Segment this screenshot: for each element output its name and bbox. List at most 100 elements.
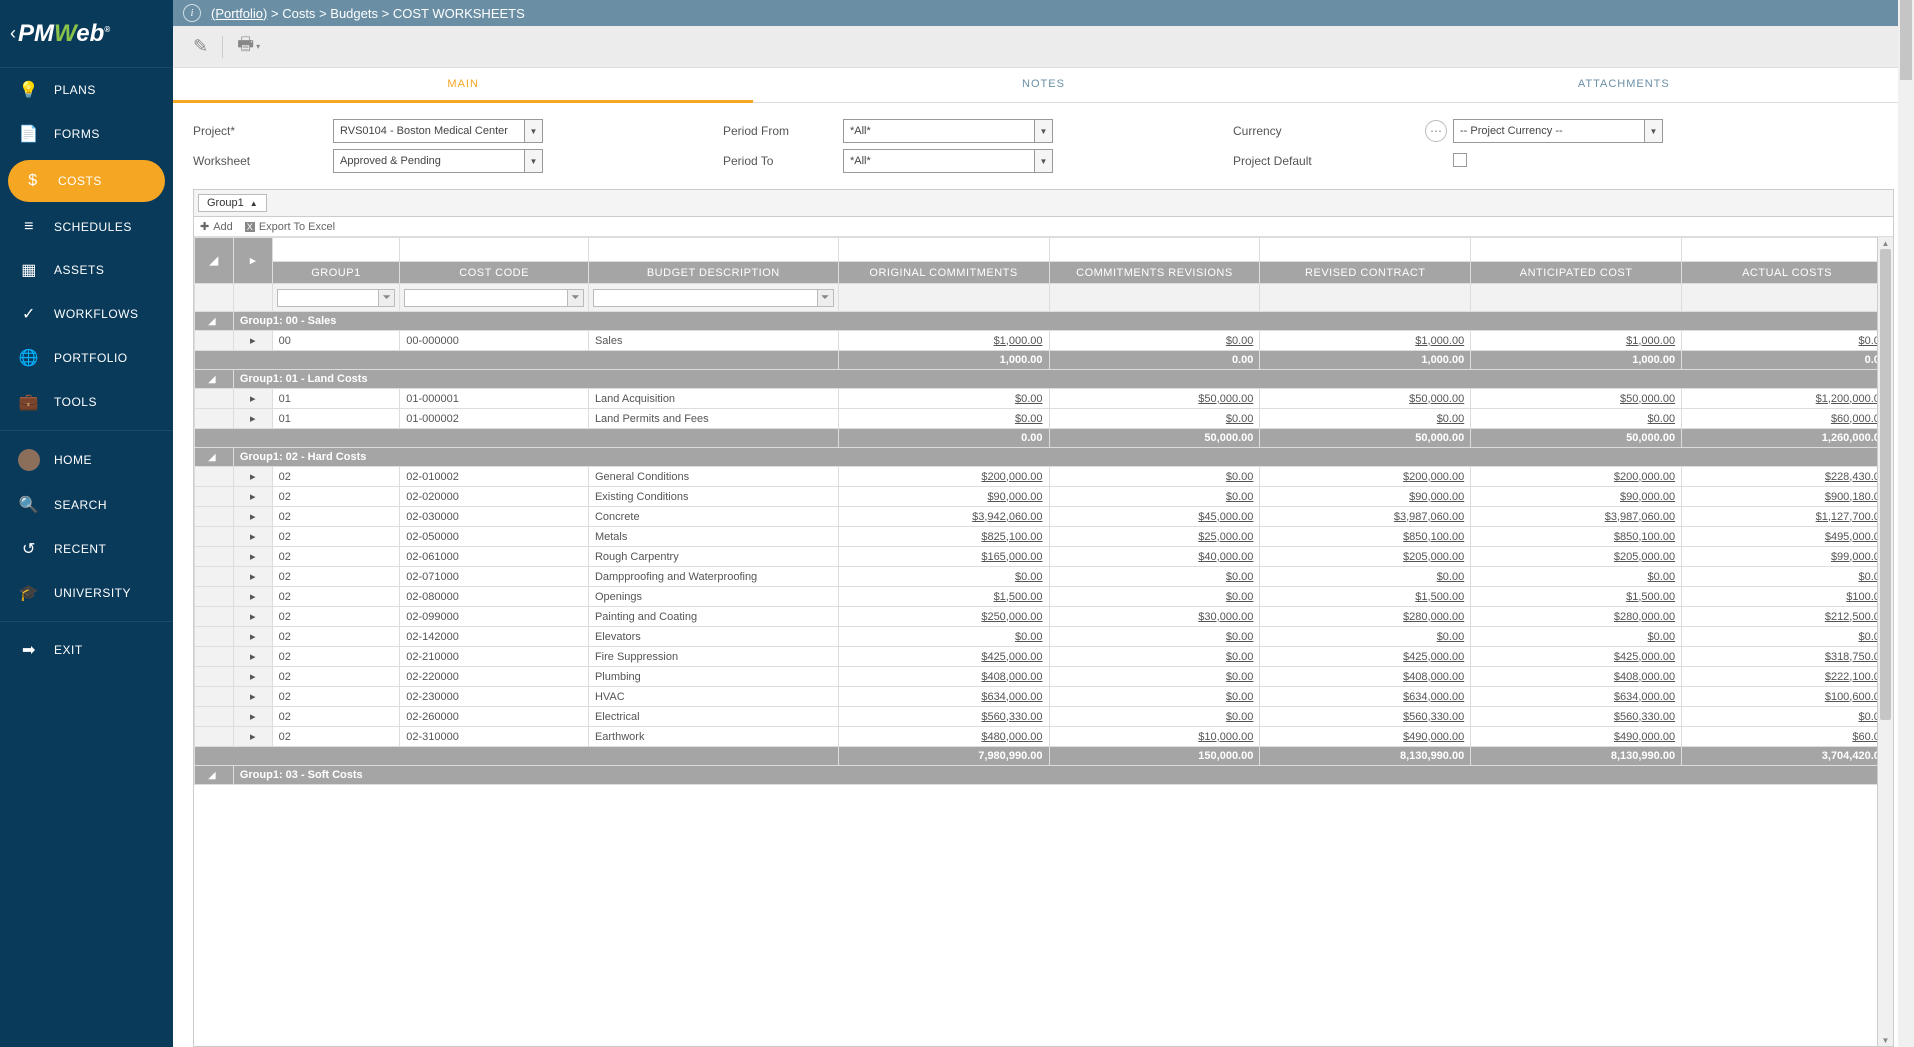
- table-row[interactable]: ▸ 02 02-230000 HVAC $634,000.00 $0.00 $6…: [195, 687, 1893, 707]
- group-header[interactable]: Group1: 00 - Sales: [233, 312, 1892, 331]
- table-row[interactable]: ▸ 02 02-310000 Earthwork $480,000.00 $10…: [195, 727, 1893, 747]
- vertical-scrollbar[interactable]: ▲ ▼: [1877, 237, 1893, 1046]
- breadcrumb-portfolio[interactable]: (Portfolio): [211, 6, 267, 21]
- cell-actual-cost[interactable]: $900,180.00: [1682, 487, 1893, 507]
- cell-commit-rev[interactable]: $0.00: [1049, 587, 1260, 607]
- table-row[interactable]: ▸ 02 02-260000 Electrical $560,330.00 $0…: [195, 707, 1893, 727]
- cell-orig-commit[interactable]: $0.00: [838, 627, 1049, 647]
- cell-budget-desc[interactable]: Elevators: [588, 627, 838, 647]
- cell-commit-rev[interactable]: $0.00: [1049, 627, 1260, 647]
- cell-antic-cost[interactable]: $0.00: [1471, 627, 1682, 647]
- sidebar-item-assets[interactable]: ▦ASSETS: [0, 248, 173, 292]
- cell-commit-rev[interactable]: $25,000.00: [1049, 527, 1260, 547]
- cell-budget-desc[interactable]: Painting and Coating: [588, 607, 838, 627]
- cell-budget-desc[interactable]: Earthwork: [588, 727, 838, 747]
- col-orig-commit[interactable]: ORIGINAL COMMITMENTS: [838, 262, 1049, 284]
- group-pill[interactable]: Group1 ▲: [198, 194, 267, 212]
- sidebar-item-forms[interactable]: 📄FORMS: [0, 112, 173, 156]
- cell-commit-rev[interactable]: $40,000.00: [1049, 547, 1260, 567]
- currency-select[interactable]: -- Project Currency -- ▼: [1453, 119, 1663, 143]
- cell-cost-code[interactable]: 02-050000: [400, 527, 589, 547]
- cell-orig-commit[interactable]: $0.00: [838, 389, 1049, 409]
- cell-budget-desc[interactable]: Sales: [588, 331, 838, 351]
- chevron-down-icon[interactable]: ▼: [1034, 150, 1052, 172]
- add-button[interactable]: ✚ Add: [200, 220, 233, 233]
- table-row[interactable]: ▸ 02 02-210000 Fire Suppression $425,000…: [195, 647, 1893, 667]
- more-options-button[interactable]: ⋯: [1425, 120, 1447, 142]
- cell-antic-cost[interactable]: $3,987,060.00: [1471, 507, 1682, 527]
- table-row[interactable]: ▸ 02 02-030000 Concrete $3,942,060.00 $4…: [195, 507, 1893, 527]
- cell-cost-code[interactable]: 02-030000: [400, 507, 589, 527]
- cell-rev-contract[interactable]: $425,000.00: [1260, 647, 1471, 667]
- cell-cost-code[interactable]: 02-220000: [400, 667, 589, 687]
- cell-actual-cost[interactable]: $222,100.00: [1682, 667, 1893, 687]
- cell-commit-rev[interactable]: $45,000.00: [1049, 507, 1260, 527]
- group-header[interactable]: Group1: 02 - Hard Costs: [233, 448, 1892, 467]
- cell-budget-desc[interactable]: Dampproofing and Waterproofing: [588, 567, 838, 587]
- col-cost-code[interactable]: COST CODE: [400, 262, 589, 284]
- table-row[interactable]: ▸ 02 02-071000 Dampproofing and Waterpro…: [195, 567, 1893, 587]
- cell-cost-code[interactable]: 02-061000: [400, 547, 589, 567]
- cell-antic-cost[interactable]: $560,330.00: [1471, 707, 1682, 727]
- filter-icon[interactable]: ⏷: [568, 289, 584, 307]
- cell-orig-commit[interactable]: $480,000.00: [838, 727, 1049, 747]
- cell-rev-contract[interactable]: $200,000.00: [1260, 467, 1471, 487]
- expand-all-1[interactable]: ◢: [195, 238, 234, 284]
- cell-cost-code[interactable]: 02-099000: [400, 607, 589, 627]
- worksheet-select[interactable]: Approved & Pending ▼: [333, 149, 543, 173]
- cell-antic-cost[interactable]: $90,000.00: [1471, 487, 1682, 507]
- cell-budget-desc[interactable]: Concrete: [588, 507, 838, 527]
- cell-budget-desc[interactable]: Rough Carpentry: [588, 547, 838, 567]
- group-header[interactable]: Group1: 01 - Land Costs: [233, 370, 1892, 389]
- page-scrollbar[interactable]: [1898, 0, 1914, 1047]
- cell-cost-code[interactable]: 02-010002: [400, 467, 589, 487]
- cell-commit-rev[interactable]: $30,000.00: [1049, 607, 1260, 627]
- filter-budget-desc[interactable]: ⏷: [593, 289, 834, 307]
- cell-budget-desc[interactable]: Electrical: [588, 707, 838, 727]
- logo[interactable]: ‹ PMWeb®: [0, 0, 173, 68]
- period-from-select[interactable]: *All* ▼: [843, 119, 1053, 143]
- expand-row-icon[interactable]: ▸: [233, 707, 272, 727]
- expand-row-icon[interactable]: ▸: [233, 667, 272, 687]
- cell-group1[interactable]: 02: [272, 487, 400, 507]
- cell-group1[interactable]: 02: [272, 547, 400, 567]
- cell-budget-desc[interactable]: General Conditions: [588, 467, 838, 487]
- cell-budget-desc[interactable]: Plumbing: [588, 667, 838, 687]
- group-panel[interactable]: Group1 ▲: [194, 190, 1893, 217]
- expand-row-icon[interactable]: ▸: [233, 507, 272, 527]
- cell-rev-contract[interactable]: $490,000.00: [1260, 727, 1471, 747]
- cell-orig-commit[interactable]: $0.00: [838, 409, 1049, 429]
- expand-row-icon[interactable]: ▸: [233, 687, 272, 707]
- cell-commit-rev[interactable]: $0.00: [1049, 467, 1260, 487]
- sidebar-item-exit[interactable]: ➡EXIT: [0, 628, 173, 672]
- cell-antic-cost[interactable]: $0.00: [1471, 567, 1682, 587]
- expand-row-icon[interactable]: ▸: [233, 389, 272, 409]
- cell-group1[interactable]: 01: [272, 409, 400, 429]
- sidebar-item-university[interactable]: 🎓UNIVERSITY: [0, 571, 173, 615]
- col-group1[interactable]: GROUP1: [272, 262, 400, 284]
- cell-antic-cost[interactable]: $408,000.00: [1471, 667, 1682, 687]
- collapse-icon[interactable]: ◢: [195, 448, 234, 467]
- expand-row-icon[interactable]: ▸: [233, 587, 272, 607]
- filter-icon[interactable]: ⏷: [818, 289, 834, 307]
- cell-antic-cost[interactable]: $425,000.00: [1471, 647, 1682, 667]
- expand-row-icon[interactable]: ▸: [233, 647, 272, 667]
- cell-antic-cost[interactable]: $634,000.00: [1471, 687, 1682, 707]
- scrollbar-thumb[interactable]: [1880, 249, 1891, 720]
- expand-row-icon[interactable]: ▸: [233, 331, 272, 351]
- expand-row-icon[interactable]: ▸: [233, 567, 272, 587]
- cell-commit-rev[interactable]: $0.00: [1049, 647, 1260, 667]
- filter-cost-code[interactable]: ⏷: [404, 289, 584, 307]
- cell-cost-code[interactable]: 02-020000: [400, 487, 589, 507]
- cell-actual-cost[interactable]: $1,127,700.00: [1682, 507, 1893, 527]
- cell-rev-contract[interactable]: $0.00: [1260, 567, 1471, 587]
- cell-cost-code[interactable]: 02-080000: [400, 587, 589, 607]
- expand-all-2[interactable]: ▸: [233, 238, 272, 284]
- cell-actual-cost[interactable]: $0.00: [1682, 331, 1893, 351]
- collapse-icon[interactable]: ◢: [195, 370, 234, 389]
- tab-notes[interactable]: NOTES: [753, 68, 1333, 102]
- cell-commit-rev[interactable]: $0.00: [1049, 331, 1260, 351]
- cell-actual-cost[interactable]: $318,750.00: [1682, 647, 1893, 667]
- cell-orig-commit[interactable]: $634,000.00: [838, 687, 1049, 707]
- cell-rev-contract[interactable]: $0.00: [1260, 627, 1471, 647]
